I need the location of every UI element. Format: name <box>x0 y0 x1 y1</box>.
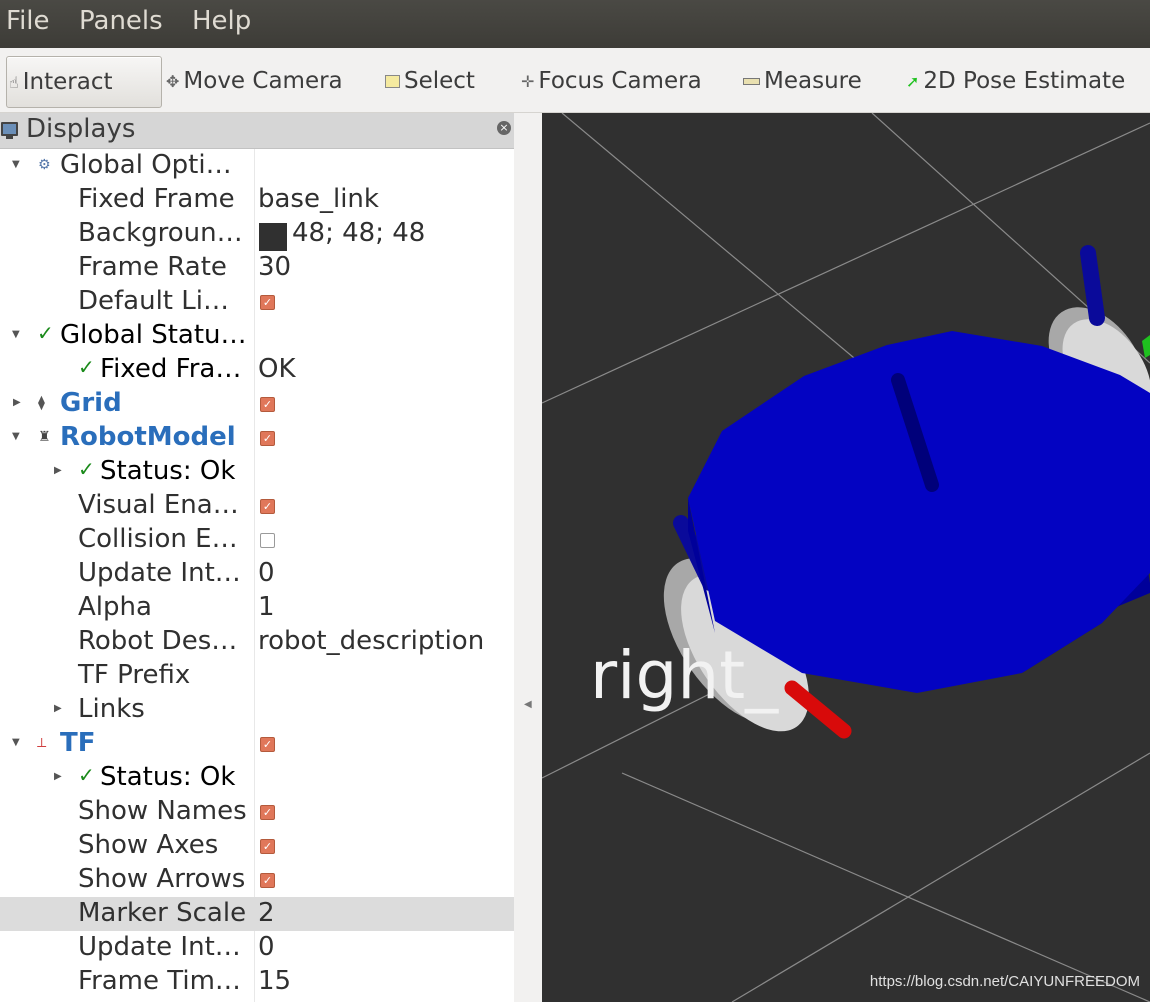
robot-icon: ♜ <box>38 429 51 445</box>
tree-row-global-status[interactable]: ▼ ✓ Global Statu… <box>0 319 514 353</box>
tf-frame-label: right_ <box>590 637 779 714</box>
axes-icon: ⟂ <box>37 735 47 751</box>
render-viewport[interactable]: right_ https://blog.csdn.net/CAIYUNFREED… <box>542 113 1150 1002</box>
tree-row-rm-status[interactable]: ▶ ✓ Status: Ok <box>0 455 514 489</box>
displays-panel-header: Displays × <box>0 113 514 149</box>
color-swatch[interactable] <box>259 223 287 251</box>
right-wheel-y-axis <box>1142 335 1150 358</box>
menu-file[interactable]: File <box>6 6 50 36</box>
monitor-icon <box>1 122 18 139</box>
ok-check-icon: ✓ <box>37 321 54 345</box>
scene-svg: right_ <box>542 113 1150 1002</box>
tree-row-tf-update-interval[interactable]: Update Int… 0 <box>0 931 514 965</box>
collapse-arrow-icon[interactable]: ◀ <box>524 699 532 710</box>
tree-row-frame-rate[interactable]: Frame Rate 30 <box>0 251 514 285</box>
green-arrow-icon: ➚ <box>906 71 920 91</box>
tree-row-global-options[interactable]: ▼ ⚙ Global Opti… <box>0 149 514 183</box>
tree-row-show-names[interactable]: Show Names ✓ <box>0 795 514 829</box>
tree-row-robot-model[interactable]: ▼ ♜ RobotModel ✓ <box>0 421 514 455</box>
move-camera-tool-button[interactable]: ✥ Move Camera <box>166 56 343 106</box>
collapse-arrow-icon[interactable]: ▶ <box>54 703 62 714</box>
expand-arrow-icon[interactable]: ▼ <box>12 159 20 170</box>
visual-enabled-checkbox[interactable]: ✓ <box>260 499 275 514</box>
ruler-icon <box>743 77 760 85</box>
expand-arrow-icon[interactable]: ▼ <box>12 329 20 340</box>
close-icon[interactable]: × <box>497 121 511 135</box>
collision-enabled-checkbox[interactable]: ✓ <box>260 533 275 548</box>
tree-row-collision-enabled[interactable]: Collision E… ✓ <box>0 523 514 557</box>
show-names-checkbox[interactable]: ✓ <box>260 805 275 820</box>
frame-rate-value[interactable]: 30 <box>258 252 291 282</box>
gear-icon: ⚙ <box>38 157 51 173</box>
tree-row-default-light[interactable]: Default Li… ✓ <box>0 285 514 319</box>
collapse-arrow-icon[interactable]: ▶ <box>13 397 21 408</box>
collapse-arrow-icon[interactable]: ▶ <box>54 771 62 782</box>
watermark: https://blog.csdn.net/CAIYUNFREEDOM <box>869 973 1140 990</box>
tree-row-marker-scale[interactable]: Marker Scale 2 <box>0 897 514 931</box>
displays-panel: Displays × ▼ ⚙ Global Opti… Fixed Frame … <box>0 113 514 1002</box>
tree-row-tf-status[interactable]: ▶ ✓ Status: Ok <box>0 761 514 795</box>
right-wheel-z-axis <box>1080 245 1105 326</box>
panel-title: Displays <box>26 114 136 144</box>
measure-tool-button[interactable]: Measure <box>743 56 862 106</box>
display-tree: ▼ ⚙ Global Opti… Fixed Frame base_link B… <box>0 149 514 1002</box>
crosshair-icon: ✛ <box>521 71 535 91</box>
move-arrows-icon: ✥ <box>166 71 180 91</box>
menu-bar: File Panels Help <box>0 0 1150 48</box>
ok-check-icon: ✓ <box>78 457 95 481</box>
collapse-arrow-icon[interactable]: ▶ <box>54 465 62 476</box>
tree-row-background[interactable]: Backgroun… 48; 48; 48 <box>0 217 514 251</box>
focus-camera-tool-button[interactable]: ✛ Focus Camera <box>521 56 702 106</box>
expand-arrow-icon[interactable]: ▼ <box>12 431 20 442</box>
tree-row-robot-description[interactable]: Robot Des… robot_description <box>0 625 514 659</box>
tree-row-tf-prefix[interactable]: TF Prefix <box>0 659 514 693</box>
hand-pointer-icon: ☝ <box>9 72 19 92</box>
ok-check-icon: ✓ <box>78 763 95 787</box>
pose-estimate-tool-button[interactable]: ➚ 2D Pose Estimate <box>906 56 1125 106</box>
select-tool-button[interactable]: Select <box>385 56 475 106</box>
tree-row-rm-update-interval[interactable]: Update Int… 0 <box>0 557 514 591</box>
background-value[interactable]: 48; 48; 48 <box>292 218 425 248</box>
default-light-checkbox[interactable]: ✓ <box>260 295 275 310</box>
select-box-icon <box>385 74 400 88</box>
interact-tool-button[interactable]: ☝ Interact <box>6 56 162 108</box>
tree-row-fixed-frame-status[interactable]: ✓ Fixed Fra… OK <box>0 353 514 387</box>
panel-splitter[interactable]: ◀ <box>515 113 542 1002</box>
tree-row-fixed-frame[interactable]: Fixed Frame base_link <box>0 183 514 217</box>
tf-checkbox[interactable]: ✓ <box>260 737 275 752</box>
tree-row-show-axes[interactable]: Show Axes ✓ <box>0 829 514 863</box>
tree-row-links[interactable]: ▶ Links <box>0 693 514 727</box>
tree-row-grid[interactable]: ▶ ⧫ Grid ✓ <box>0 387 514 421</box>
show-axes-checkbox[interactable]: ✓ <box>260 839 275 854</box>
robot-model-checkbox[interactable]: ✓ <box>260 431 275 446</box>
tree-row-alpha[interactable]: Alpha 1 <box>0 591 514 625</box>
grid-checkbox[interactable]: ✓ <box>260 397 275 412</box>
menu-panels[interactable]: Panels <box>79 6 163 36</box>
menu-help[interactable]: Help <box>192 6 251 36</box>
tree-row-visual-enabled[interactable]: Visual Ena… ✓ <box>0 489 514 523</box>
tree-row-frame-timeout[interactable]: Frame Tim… 15 <box>0 965 514 999</box>
ok-check-icon: ✓ <box>78 355 95 379</box>
show-arrows-checkbox[interactable]: ✓ <box>260 873 275 888</box>
tree-row-tf[interactable]: ▼ ⟂ TF ✓ <box>0 727 514 761</box>
tree-row-show-arrows[interactable]: Show Arrows ✓ <box>0 863 514 897</box>
expand-arrow-icon[interactable]: ▼ <box>12 737 20 748</box>
grid-icon: ⧫ <box>38 395 45 411</box>
tool-bar: ☝ Interact ✥ Move Camera Select ✛ Focus … <box>0 48 1150 113</box>
fixed-frame-value[interactable]: base_link <box>258 184 379 214</box>
